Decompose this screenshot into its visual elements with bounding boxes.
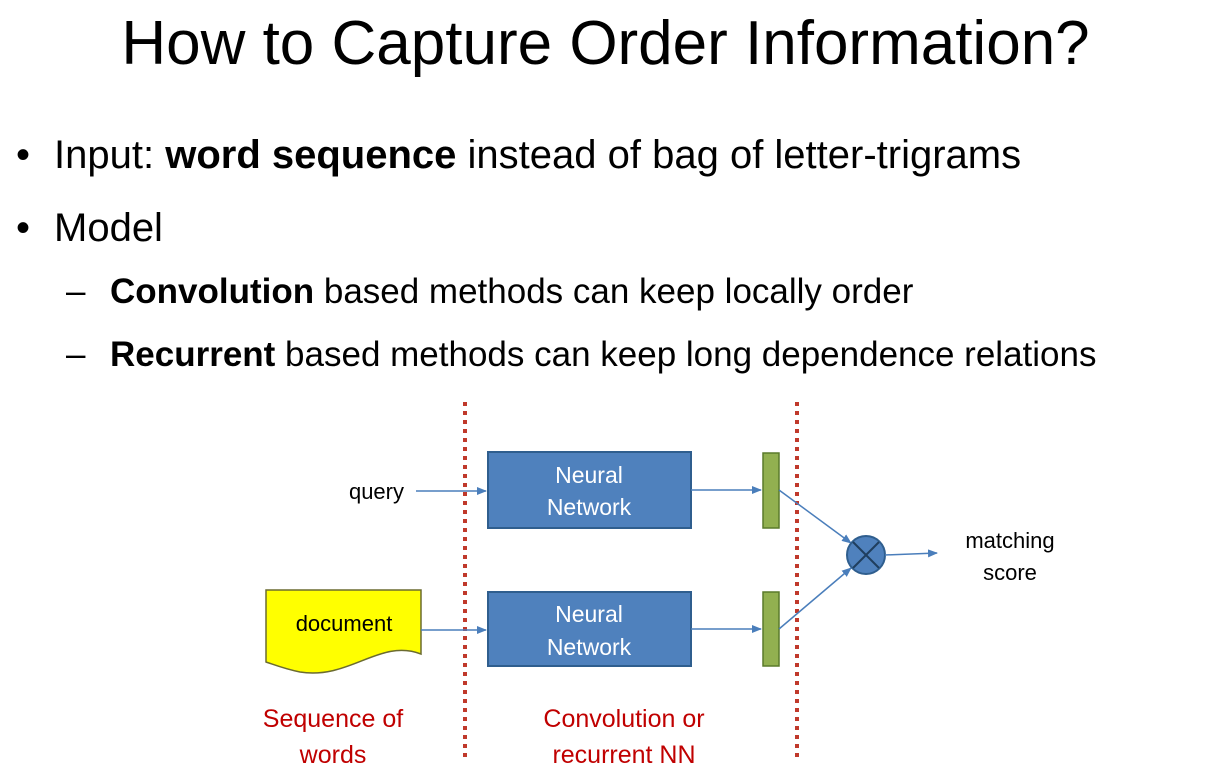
nn-bottom-line1: Neural	[555, 601, 623, 627]
output-label-line2: score	[983, 560, 1037, 585]
vector-top-to-product-arrow	[778, 489, 852, 544]
caption-mid-line1: Convolution or	[543, 705, 704, 733]
vector-bottom-to-product-arrow	[778, 567, 852, 630]
nn-top-line2: Network	[547, 494, 632, 520]
matching-diagram: query document Neural Network Neural Net…	[263, 402, 1055, 769]
product-output-arrow	[884, 549, 938, 558]
product-icon	[846, 535, 886, 575]
document-label: document	[296, 611, 393, 636]
nn-bottom-line2: Network	[547, 634, 632, 660]
output-label-line1: matching	[965, 528, 1054, 553]
query-label: query	[349, 479, 404, 504]
caption-mid-line2: recurrent NN	[552, 741, 695, 769]
nn-top-line1: Neural	[555, 462, 623, 488]
vector-bottom	[762, 591, 780, 667]
caption-left-line1: Sequence of	[263, 705, 403, 733]
caption-left-line2: words	[299, 741, 367, 769]
vector-top	[762, 452, 780, 529]
